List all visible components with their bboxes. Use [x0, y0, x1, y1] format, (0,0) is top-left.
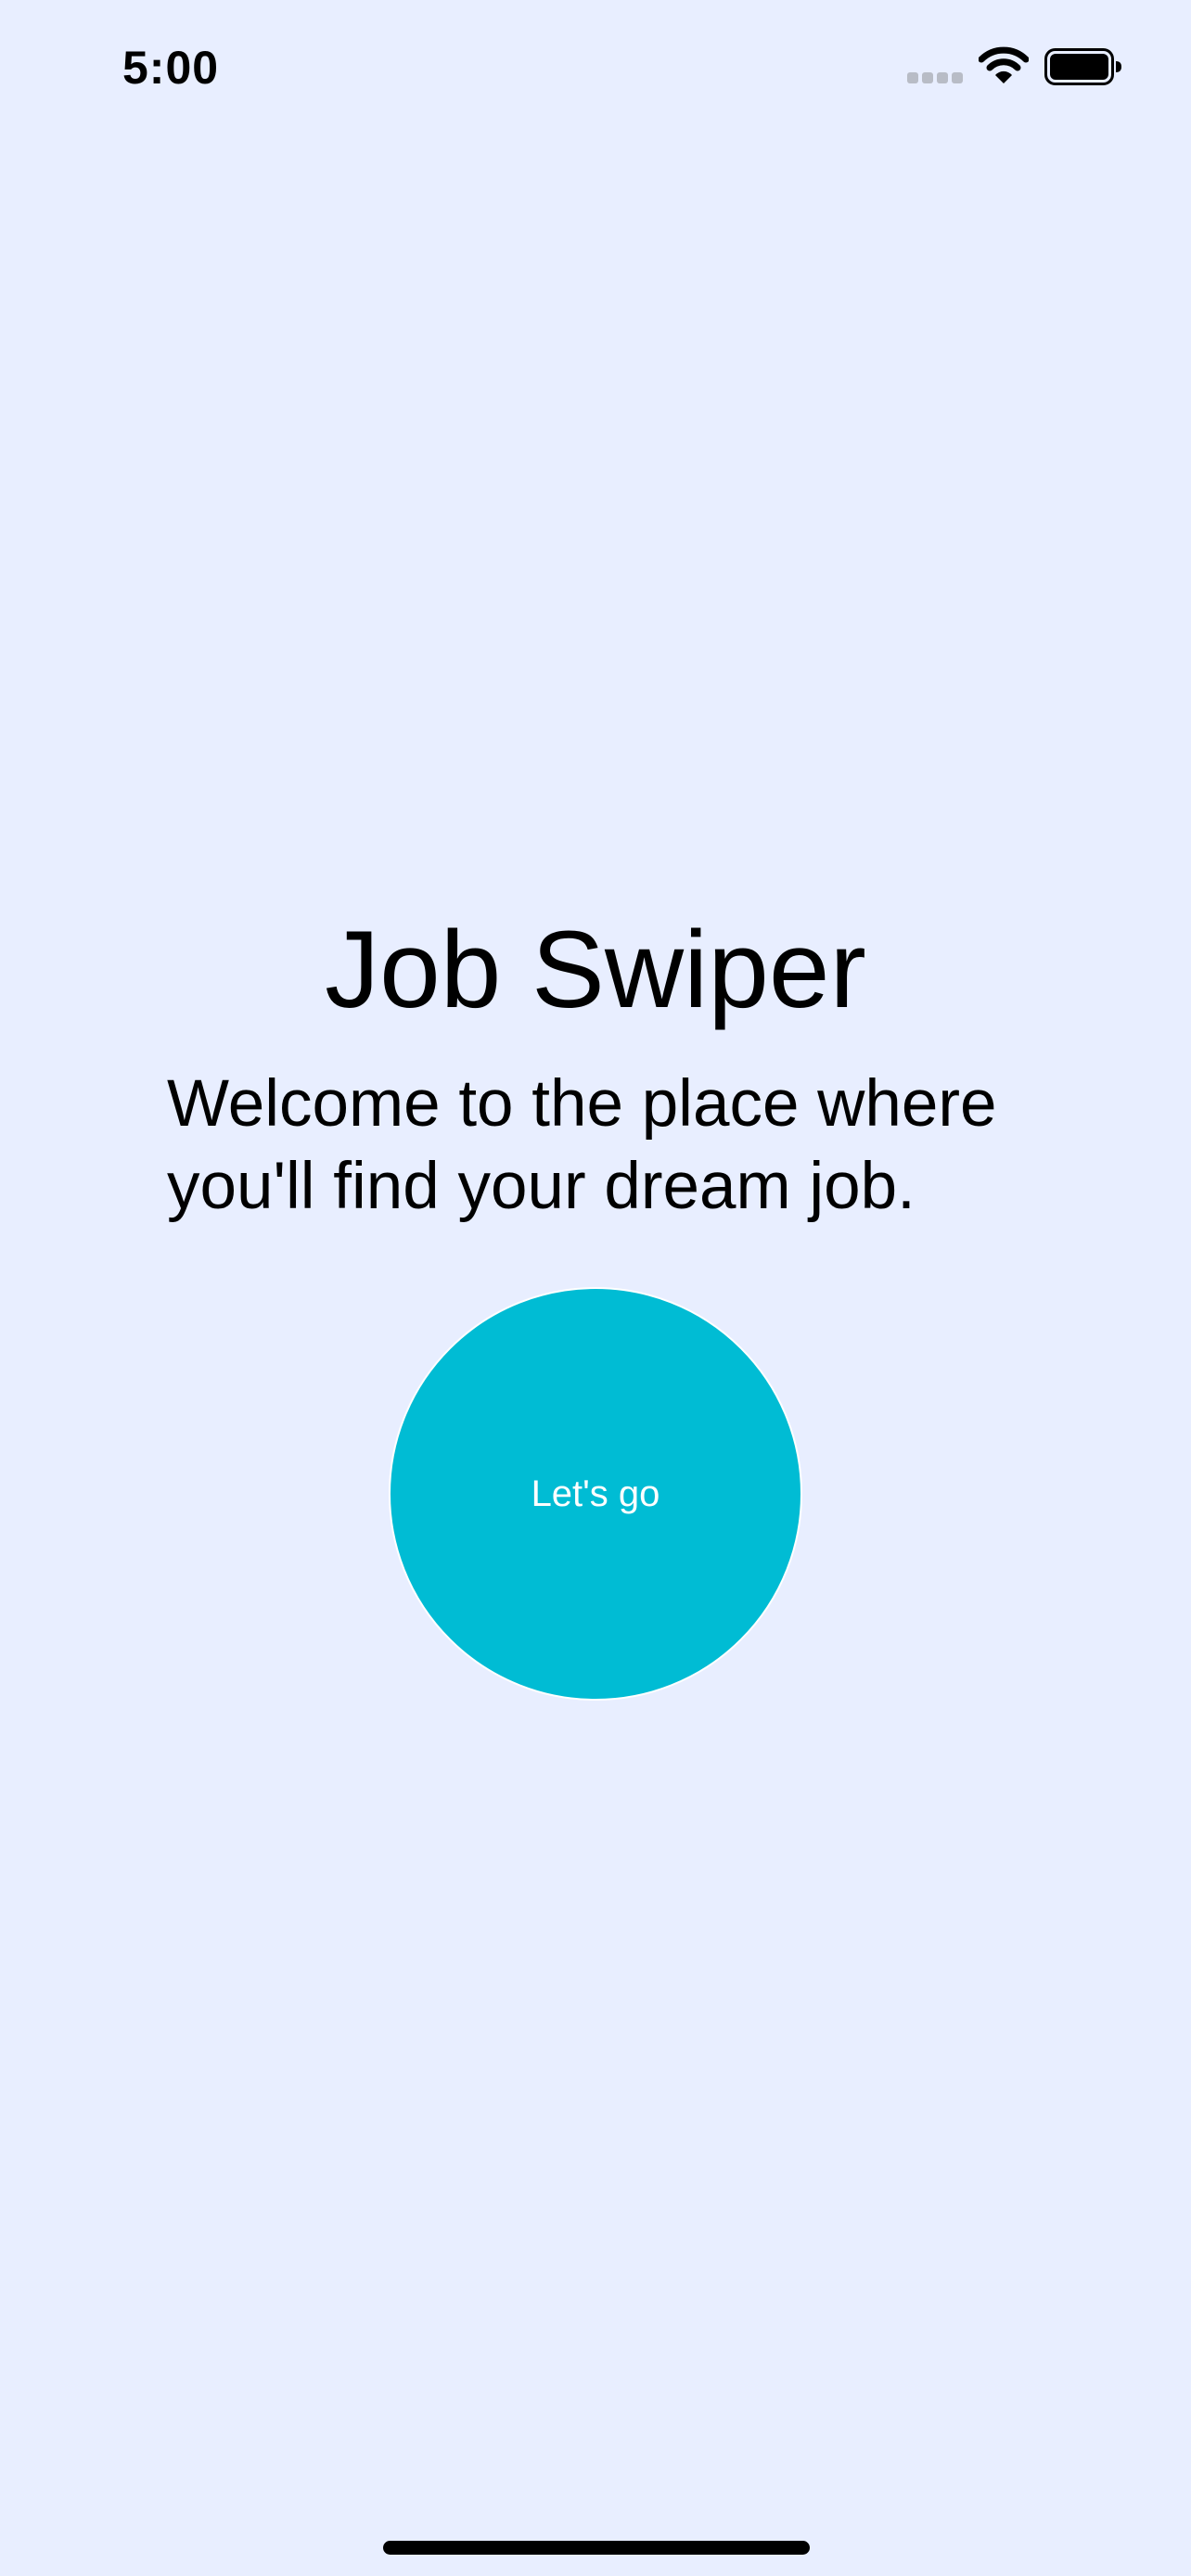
status-bar: 5:00: [0, 0, 1191, 134]
home-indicator[interactable]: [383, 2541, 810, 2555]
battery-icon: [1044, 48, 1121, 85]
wifi-icon: [979, 46, 1029, 83]
lets-go-label: Let's go: [531, 1473, 660, 1514]
status-time: 5:00: [122, 42, 220, 94]
lets-go-button[interactable]: Let's go: [389, 1287, 802, 1701]
signal-icon: [907, 72, 963, 83]
page-title: Job Swiper: [325, 909, 866, 1031]
welcome-message: Welcome to the place where you'll find y…: [167, 1067, 997, 1223]
